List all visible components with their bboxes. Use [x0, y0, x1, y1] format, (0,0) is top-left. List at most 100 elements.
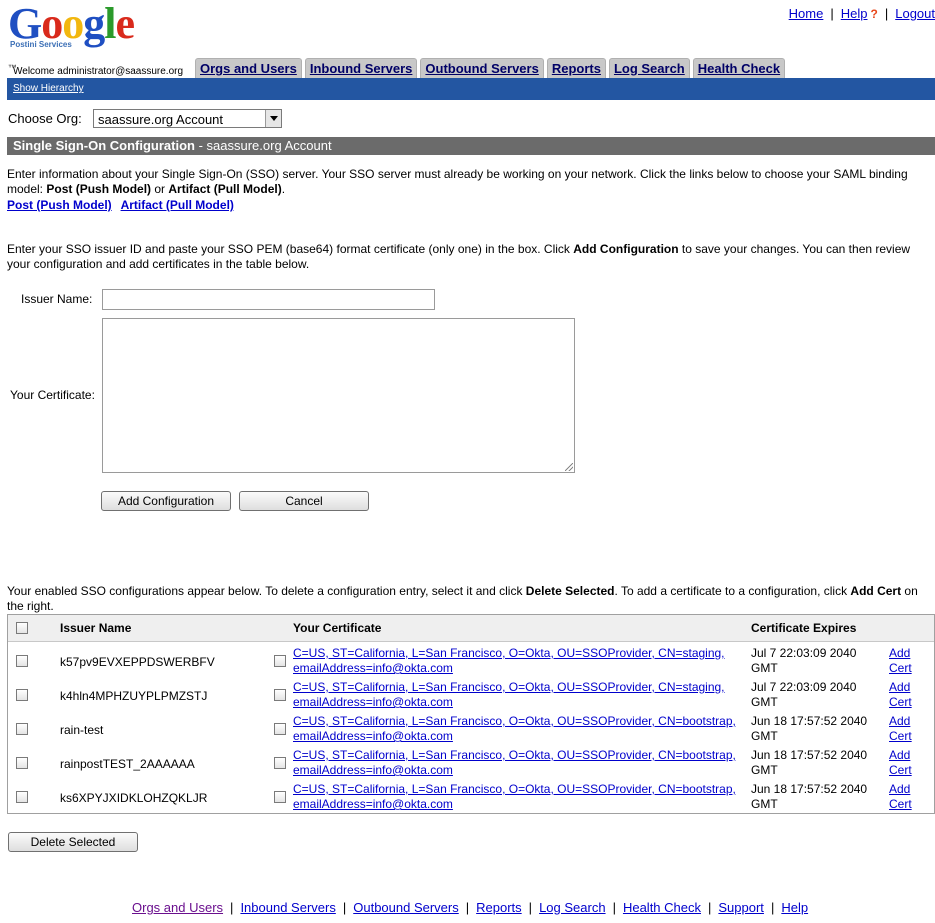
add-cert-link[interactable]: Cert — [889, 763, 912, 777]
select-all-checkbox[interactable] — [16, 622, 28, 634]
certificate-link[interactable]: C=US, ST=California, L=San Francisco, O=… — [293, 782, 736, 796]
footer-outbound-servers-link[interactable]: Outbound Servers — [353, 900, 459, 915]
expires-tz: GMT — [751, 797, 778, 811]
add-cert-cell: Add Cert — [889, 680, 912, 710]
separator: | — [830, 6, 834, 21]
cert-checkbox[interactable] — [274, 723, 286, 735]
certificate-link[interactable]: emailAddress=info@okta.com — [293, 797, 453, 811]
tab-label[interactable]: Inbound Servers — [310, 61, 413, 76]
footer-orgs-and-users-link[interactable]: Orgs and Users — [132, 900, 223, 915]
header-expires: Certificate Expires — [751, 621, 857, 635]
expires-date: Jul 7 22:03:09 2040 — [751, 646, 857, 660]
cert-checkbox[interactable] — [274, 791, 286, 803]
logo-subtitle: Postini Services — [10, 40, 72, 49]
table-intro-part: Your enabled SSO configurations appear b… — [7, 584, 526, 598]
tab-health-check[interactable]: Health Check — [692, 58, 786, 78]
footer-reports-link[interactable]: Reports — [476, 900, 522, 915]
add-cert-cell: Add Cert — [889, 782, 912, 812]
choose-org-label: Choose Org: — [8, 111, 82, 126]
tab-label[interactable]: Health Check — [698, 61, 780, 76]
google-postini-logo: Google™ Postini Services — [8, 0, 138, 74]
logout-link[interactable]: Logout — [895, 6, 935, 21]
tab-label[interactable]: Log Search — [614, 61, 685, 76]
table-row: rainpostTEST_2AAAAAA C=US, ST=California… — [8, 746, 934, 780]
certificate-link[interactable]: emailAddress=info@okta.com — [293, 695, 453, 709]
add-cert-cell: Add Cert — [889, 748, 912, 778]
certificate-link[interactable]: emailAddress=info@okta.com — [293, 661, 453, 675]
add-cert-link[interactable]: Add — [889, 714, 910, 728]
logo-letter: l — [104, 0, 116, 48]
add-cert-cell: Add Cert — [889, 646, 912, 676]
certificate-link[interactable]: C=US, ST=California, L=San Francisco, O=… — [293, 748, 736, 762]
row-checkbox[interactable] — [16, 757, 28, 769]
certificate-cell: C=US, ST=California, L=San Francisco, O=… — [293, 646, 748, 676]
add-cert-link[interactable]: Add — [889, 646, 910, 660]
certificate-link[interactable]: emailAddress=info@okta.com — [293, 763, 453, 777]
tab-label[interactable]: Orgs and Users — [200, 61, 297, 76]
help-icon[interactable]: ? — [871, 7, 878, 21]
expires-cell: Jun 18 17:57:52 2040 GMT — [751, 748, 886, 778]
certificate-label: Your Certificate: — [10, 388, 95, 402]
add-cert-link[interactable]: Cert — [889, 661, 912, 675]
table-intro-text: Your enabled SSO configurations appear b… — [7, 584, 932, 614]
header-certificate: Your Certificate — [293, 621, 382, 635]
delete-selected-button[interactable]: Delete Selected — [8, 832, 138, 852]
separator: | — [708, 900, 712, 915]
expires-cell: Jun 18 17:57:52 2040 GMT — [751, 714, 886, 744]
org-select[interactable]: saassure.org Account — [93, 109, 282, 128]
row-checkbox[interactable] — [16, 655, 28, 667]
post-push-model-link[interactable]: Post (Push Model) — [7, 198, 112, 212]
cert-checkbox[interactable] — [274, 655, 286, 667]
home-link[interactable]: Home — [789, 6, 824, 21]
issuer-name-label: Issuer Name: — [21, 292, 93, 306]
header-issuer-name: Issuer Name — [60, 621, 132, 635]
add-cert-link[interactable]: Add — [889, 748, 910, 762]
cert-checkbox[interactable] — [274, 757, 286, 769]
cancel-button[interactable]: Cancel — [239, 491, 369, 511]
show-hierarchy-link[interactable]: Show Hierarchy — [13, 83, 84, 94]
certificate-textarea[interactable] — [102, 318, 575, 473]
tab-log-search[interactable]: Log Search — [608, 58, 690, 78]
add-cert-link[interactable]: Add — [889, 680, 910, 694]
tab-orgs-and-users[interactable]: Orgs and Users — [195, 58, 302, 78]
welcome-text: Welcome administrator@saassure.org — [13, 66, 184, 77]
help-link[interactable]: Help — [841, 6, 868, 21]
artifact-pull-model-link[interactable]: Artifact (Pull Model) — [121, 198, 234, 212]
footer-health-check-link[interactable]: Health Check — [623, 900, 701, 915]
certificate-link[interactable]: emailAddress=info@okta.com — [293, 729, 453, 743]
expires-cell: Jun 18 17:57:52 2040 GMT — [751, 782, 886, 812]
row-checkbox[interactable] — [16, 689, 28, 701]
intro-part: or — [151, 182, 169, 196]
tab-inbound-servers[interactable]: Inbound Servers — [304, 58, 418, 78]
certificate-cell: C=US, ST=California, L=San Francisco, O=… — [293, 748, 748, 778]
footer-help-link[interactable]: Help — [781, 900, 808, 915]
issuer-name-input[interactable] — [102, 289, 435, 310]
certificate-link[interactable]: C=US, ST=California, L=San Francisco, O=… — [293, 646, 725, 660]
footer-support-link[interactable]: Support — [718, 900, 764, 915]
instructions-text: Enter your SSO issuer ID and paste your … — [7, 242, 932, 272]
issuer-name-cell: rain-test — [60, 723, 104, 737]
row-checkbox[interactable] — [16, 723, 28, 735]
table-row: ks6XPYJXIDKLOHZQKLJR C=US, ST=California… — [8, 780, 934, 814]
certificate-link[interactable]: C=US, ST=California, L=San Francisco, O=… — [293, 680, 725, 694]
chevron-down-icon[interactable] — [265, 110, 281, 127]
add-cert-link[interactable]: Cert — [889, 729, 912, 743]
binding-links: Post (Push Model) Artifact (Pull Model) — [7, 198, 240, 212]
tab-reports[interactable]: Reports — [546, 58, 606, 78]
add-cert-link[interactable]: Cert — [889, 797, 912, 811]
footer-inbound-servers-link[interactable]: Inbound Servers — [240, 900, 335, 915]
add-cert-link[interactable]: Cert — [889, 695, 912, 709]
tab-label[interactable]: Reports — [552, 61, 601, 76]
certificate-link[interactable]: C=US, ST=California, L=San Francisco, O=… — [293, 714, 736, 728]
expires-date: Jun 18 17:57:52 2040 — [751, 782, 868, 796]
section-account: - saassure.org Account — [194, 138, 332, 153]
expires-cell: Jul 7 22:03:09 2040 GMT — [751, 680, 886, 710]
row-checkbox[interactable] — [16, 791, 28, 803]
tab-label[interactable]: Outbound Servers — [425, 61, 538, 76]
add-configuration-button[interactable]: Add Configuration — [101, 491, 231, 511]
footer-log-search-link[interactable]: Log Search — [539, 900, 606, 915]
cert-checkbox[interactable] — [274, 689, 286, 701]
tab-outbound-servers[interactable]: Outbound Servers — [420, 58, 544, 78]
add-cert-link[interactable]: Add — [889, 782, 910, 796]
issuer-name-cell: rainpostTEST_2AAAAAA — [60, 757, 195, 771]
